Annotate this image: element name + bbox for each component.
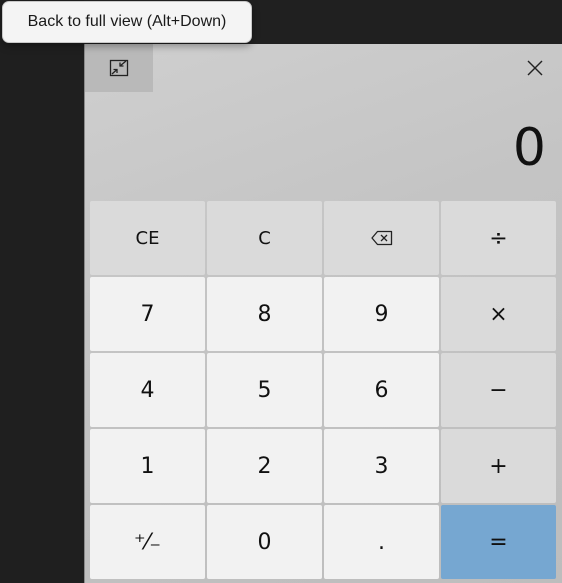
calculator-window: 0 CE C ÷ 7 8 9 × 4 5 6 − 1 2 3 + ⁺⁄₋ 0 . [84,44,562,583]
title-bar [85,44,562,92]
digit-8-button[interactable]: 8 [207,277,322,351]
digit-2-button[interactable]: 2 [207,429,322,503]
negate-button[interactable]: ⁺⁄₋ [90,505,205,579]
backspace-icon [370,230,393,246]
back-to-full-view-button[interactable] [85,44,153,92]
digit-5-button[interactable]: 5 [207,353,322,427]
clear-button[interactable]: C [207,201,322,275]
tooltip: Back to full view (Alt+Down) [2,1,252,43]
digit-7-button[interactable]: 7 [90,277,205,351]
digit-6-button[interactable]: 6 [324,353,439,427]
digit-3-button[interactable]: 3 [324,429,439,503]
backspace-button[interactable] [324,201,439,275]
decimal-button[interactable]: . [324,505,439,579]
digit-0-button[interactable]: 0 [207,505,322,579]
equals-button[interactable]: = [441,505,556,579]
keypad: CE C ÷ 7 8 9 × 4 5 6 − 1 2 3 + ⁺⁄₋ 0 . = [90,201,560,581]
close-icon [527,60,543,76]
result-display: 0 [512,118,546,178]
desktop-background [0,0,84,583]
close-button[interactable] [507,44,562,92]
digit-1-button[interactable]: 1 [90,429,205,503]
multiply-button[interactable]: × [441,277,556,351]
add-button[interactable]: + [441,429,556,503]
clear-entry-button[interactable]: CE [90,201,205,275]
restore-full-view-icon [109,59,129,77]
digit-9-button[interactable]: 9 [324,277,439,351]
subtract-button[interactable]: − [441,353,556,427]
digit-4-button[interactable]: 4 [90,353,205,427]
divide-button[interactable]: ÷ [441,201,556,275]
